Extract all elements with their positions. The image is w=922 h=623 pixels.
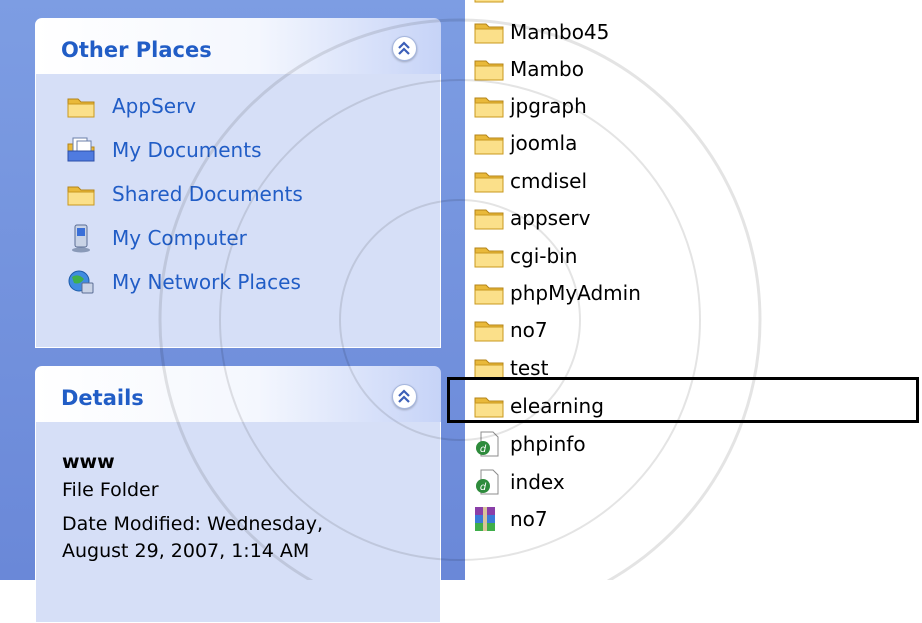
- details-item-name: www: [62, 451, 115, 473]
- file-item[interactable]: cgi-bin: [472, 239, 577, 273]
- folder-icon: [472, 92, 508, 120]
- file-name: cmdisel: [510, 169, 588, 193]
- place-shared-documents[interactable]: Shared Documents: [66, 179, 303, 209]
- other-places-header[interactable]: Other Places: [35, 18, 441, 74]
- place-label: AppServ: [112, 94, 197, 118]
- file-name: phpMyAdmin: [510, 281, 641, 305]
- selection-highlight: [447, 377, 919, 423]
- place-my-documents[interactable]: My Documents: [66, 135, 261, 165]
- svg-text:d: d: [480, 444, 487, 455]
- place-label: My Computer: [112, 226, 247, 250]
- folder-icon: [472, 129, 508, 157]
- file-item[interactable]: no7: [472, 502, 548, 536]
- other-places-title: Other Places: [61, 38, 212, 62]
- file-item[interactable]: d index: [472, 465, 565, 499]
- rar-archive-icon: [472, 505, 508, 533]
- details-header[interactable]: Details: [35, 366, 441, 422]
- file-list: Mambo45 Mambo jpgraph joomla cmdisel app…: [466, 0, 922, 580]
- file-name: phpinfo: [510, 432, 586, 456]
- file-item[interactable]: no7: [472, 313, 548, 347]
- file-item[interactable]: d phpinfo: [472, 427, 586, 461]
- details-date-modified: Date Modified: Wednesday,: [62, 513, 324, 535]
- folder-icon: [472, 55, 508, 83]
- file-item[interactable]: appserv: [472, 201, 590, 235]
- other-places-body: AppServ My Documents Shared Documents My…: [35, 74, 441, 348]
- computer-icon: [66, 223, 96, 253]
- folder-icon: [66, 91, 96, 121]
- place-label: My Documents: [112, 138, 262, 162]
- folder-icon: [472, 167, 508, 195]
- file-item[interactable]: Mambo45: [472, 15, 609, 49]
- folder-icon: [472, 279, 508, 307]
- details-body: www File Folder Date Modified: Wednesday…: [35, 422, 441, 623]
- file-name: cgi-bin: [510, 244, 578, 268]
- file-name: Mambo: [510, 57, 584, 81]
- folder-icon: [472, 18, 508, 46]
- chevron-up-icon[interactable]: [392, 384, 417, 409]
- my-documents-icon: [66, 135, 96, 165]
- svg-text:d: d: [480, 482, 487, 493]
- folder-icon: [66, 179, 96, 209]
- file-item[interactable]: jpgraph: [472, 89, 587, 123]
- php-file-icon: d: [472, 430, 508, 458]
- file-item[interactable]: Mambo: [472, 52, 584, 86]
- place-label: My Network Places: [112, 270, 301, 294]
- php-file-icon: d: [472, 468, 508, 496]
- details-date-modified-value: August 29, 2007, 1:14 AM: [62, 540, 310, 562]
- folder-icon: [472, 316, 508, 344]
- file-name: joomla: [510, 131, 578, 155]
- place-my-computer[interactable]: My Computer: [66, 223, 247, 253]
- place-appserv[interactable]: AppServ: [66, 91, 196, 121]
- folder-icon: [472, 204, 508, 232]
- folder-icon: [472, 0, 508, 5]
- file-name: Mambo45: [510, 20, 610, 44]
- file-name: no7: [510, 318, 548, 342]
- file-name: appserv: [510, 206, 591, 230]
- file-name: index: [510, 470, 565, 494]
- place-my-network-places[interactable]: My Network Places: [66, 267, 301, 297]
- file-item[interactable]: phpMyAdmin: [472, 276, 641, 310]
- folder-icon: [472, 242, 508, 270]
- other-places-panel: Other Places AppServ My Documents Shared…: [35, 18, 441, 348]
- file-name: no7: [510, 507, 548, 531]
- task-pane: Other Places AppServ My Documents Shared…: [0, 0, 465, 623]
- file-item-partial[interactable]: [472, 0, 508, 8]
- file-item[interactable]: joomla: [472, 126, 577, 160]
- file-item[interactable]: cmdisel: [472, 164, 587, 198]
- place-label: Shared Documents: [112, 182, 303, 206]
- chevron-up-icon[interactable]: [392, 36, 417, 61]
- file-name: jpgraph: [510, 94, 587, 118]
- network-places-icon: [66, 267, 96, 297]
- details-title: Details: [61, 386, 144, 410]
- details-panel: Details www File Folder Date Modified: W…: [35, 366, 441, 623]
- details-item-type: File Folder: [62, 479, 159, 501]
